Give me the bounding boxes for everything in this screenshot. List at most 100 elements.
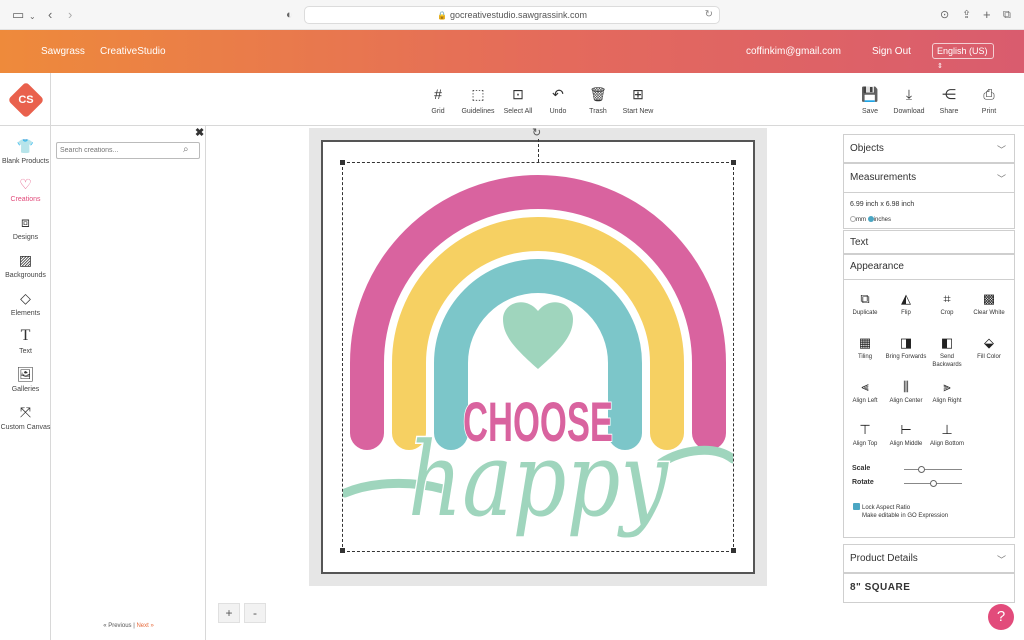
url-text: gocreativestudio.sawgrassink.com [449, 10, 588, 20]
pagination: « Previous | Next » [51, 623, 206, 629]
backgrounds-icon: ▨ [18, 252, 33, 268]
zoom-in-button[interactable]: + [218, 603, 240, 623]
plus-box-icon: ⊞ [632, 86, 644, 102]
align-center-button[interactable]: ⫼ Align Center [885, 379, 927, 405]
sidebar-toggle-icon[interactable]: ▭ [12, 7, 24, 23]
align-middle-icon: ⊢ [900, 422, 912, 437]
nav-blank-products[interactable]: 👕 Blank Products [0, 138, 51, 165]
back-icon[interactable]: ‹ [48, 7, 52, 23]
share-icon[interactable]: ⇪ [962, 7, 971, 23]
nav-elements[interactable]: ◇ Elements [0, 290, 51, 317]
address-bar[interactable]: 🔒 gocreativestudio.sawgrassink.com ↻ [304, 6, 720, 24]
chevron-down-icon[interactable]: ﹀ [997, 553, 1006, 566]
ap-label: Align Center [889, 398, 923, 404]
designs-icon: ⧈ [21, 214, 30, 230]
next-link[interactable]: Next » [136, 623, 153, 629]
nav-custom-canvas[interactable]: ⤧ Custom Canvas [0, 404, 51, 431]
flip-button[interactable]: ◭ Flip [885, 291, 927, 317]
scale-slider[interactable] [904, 466, 962, 473]
previous-link[interactable]: « Previous [103, 623, 131, 629]
align-middle-button[interactable]: ⊢ Align Middle [885, 422, 927, 448]
help-button[interactable]: ? [988, 604, 1014, 630]
chevron-down-icon[interactable]: ﹀ [997, 143, 1006, 156]
align-top-button[interactable]: ⊤ Align Top [844, 422, 886, 448]
align-bottom-button[interactable]: ⊥ Align Bottom [926, 422, 968, 448]
objects-section[interactable]: Objects ﹀ [843, 134, 1015, 163]
tabs-overview-icon[interactable]: ⧉ [1003, 7, 1011, 23]
bring-forwards-button[interactable]: ◨ Bring Forwards [885, 335, 927, 361]
nav-label: Custom Canvas [0, 424, 51, 431]
search-creations-input[interactable] [56, 142, 200, 159]
logo[interactable]: CS [13, 87, 39, 113]
forward-icon[interactable]: › [68, 7, 72, 23]
download-icon[interactable]: ⊙ [940, 7, 949, 23]
text-section[interactable]: Text [843, 230, 1015, 254]
nav-label: Creations [10, 196, 41, 203]
resize-handle-top-right[interactable] [731, 160, 736, 165]
start-new-button[interactable]: ⊞ Start New [613, 86, 663, 115]
printer-icon: ⎙ [983, 86, 995, 102]
chevron-down-icon[interactable]: ﹀ [997, 172, 1006, 185]
tshirt-icon: 👕 [16, 138, 35, 154]
fill-color-button[interactable]: ⬙ Fill Color [968, 335, 1010, 361]
main-toolbar: CS # Grid ⬚ Guidelines ⊡ Select All ↶ Undo 🗑… [0, 73, 1024, 126]
crop-icon: ⌗ [943, 291, 951, 306]
share-label: Share [939, 108, 959, 115]
duplicate-button[interactable]: ⧉ Duplicate [844, 291, 886, 317]
brand-link[interactable]: Sawgrass [41, 45, 85, 59]
nav-label: Galleries [11, 386, 40, 393]
product-details-section[interactable]: Product Details ﹀ [843, 544, 1015, 573]
align-right-button[interactable]: ⫸ Align Right [926, 379, 968, 405]
shield-icon[interactable]: ◐ [286, 7, 293, 23]
unit-inches-label: inches [873, 217, 892, 223]
send-backwards-button[interactable]: ◧ Send Backwards [926, 335, 968, 369]
new-tab-icon[interactable]: + [983, 7, 991, 23]
select-arrows-icon: ⇕ [937, 63, 943, 70]
measurements-section[interactable]: Measurements ﹀ 6.99 inch x 6.98 inch mm … [843, 163, 1015, 229]
close-icon[interactable]: ✖ [195, 126, 204, 139]
crop-button[interactable]: ⌗ Crop [926, 291, 968, 317]
nav-galleries[interactable]: 🖼 Galleries [0, 366, 51, 393]
align-center-icon: ⫼ [903, 379, 909, 394]
rotate-icon[interactable]: ↻ [532, 126, 541, 139]
lock-aspect-checkbox[interactable] [853, 503, 860, 510]
zoom-out-button[interactable]: - [244, 603, 266, 623]
start-new-label: Start New [622, 108, 654, 115]
rotate-slider-knob[interactable] [930, 480, 937, 487]
tiling-button[interactable]: ▦ Tiling [844, 335, 886, 361]
align-left-button[interactable]: ⫷ Align Left [844, 379, 886, 405]
creations-panel: ✖ ⌕ « Previous | Next » [51, 126, 206, 640]
ap-label: Align Right [932, 398, 962, 404]
print-button[interactable]: ⎙ Print [964, 86, 1014, 115]
resize-handle-bottom-left[interactable] [340, 548, 345, 553]
rotate-slider[interactable] [904, 480, 962, 487]
scale-row: Scale [852, 465, 962, 473]
language-select[interactable]: English (US) ⇕ [932, 43, 994, 70]
ap-label: Clear White [973, 310, 1005, 316]
app-name-link[interactable]: CreativeStudio [100, 45, 166, 59]
nav-label: Elements [10, 310, 41, 317]
image-icon: 🖼 [16, 366, 35, 382]
nav-creations[interactable]: ♡ Creations [0, 176, 51, 203]
product-details-title: Product Details [850, 553, 918, 564]
nav-text[interactable]: T Text [0, 328, 51, 356]
selection-box[interactable] [342, 162, 734, 552]
send-backwards-icon: ◧ [940, 335, 954, 350]
nav-designs[interactable]: ⧈ Designs [0, 214, 51, 241]
sign-out-link[interactable]: Sign Out [872, 45, 911, 59]
appearance-section: Appearance ⧉ Duplicate ◭ Flip ⌗ Crop ▩ Clear… [843, 254, 1015, 538]
clear-white-button[interactable]: ▩ Clear White [968, 291, 1010, 317]
product-size-row: 8" SQUARE [843, 573, 1015, 603]
scale-slider-knob[interactable] [918, 466, 925, 473]
resize-handle-top-left[interactable] [340, 160, 345, 165]
shapes-icon: ◇ [20, 290, 31, 306]
resize-handle-bottom-right[interactable] [731, 548, 736, 553]
reload-icon[interactable]: ↻ [705, 7, 713, 23]
search-icon[interactable]: ⌕ [183, 144, 189, 155]
ap-label: Bring Forwards [885, 354, 927, 360]
browser-toolbar: ▭ ⌄ ‹ › ◐ 🔒 gocreativestudio.sawgrassink.… [0, 0, 1024, 30]
nav-backgrounds[interactable]: ▨ Backgrounds [0, 252, 51, 279]
chevron-down-icon[interactable]: ⌄ [29, 9, 36, 25]
left-sidebar: 👕 Blank Products ♡ Creations ⧈ Designs ▨ Bac… [0, 126, 51, 640]
lock-icon: 🔒 [436, 11, 447, 20]
